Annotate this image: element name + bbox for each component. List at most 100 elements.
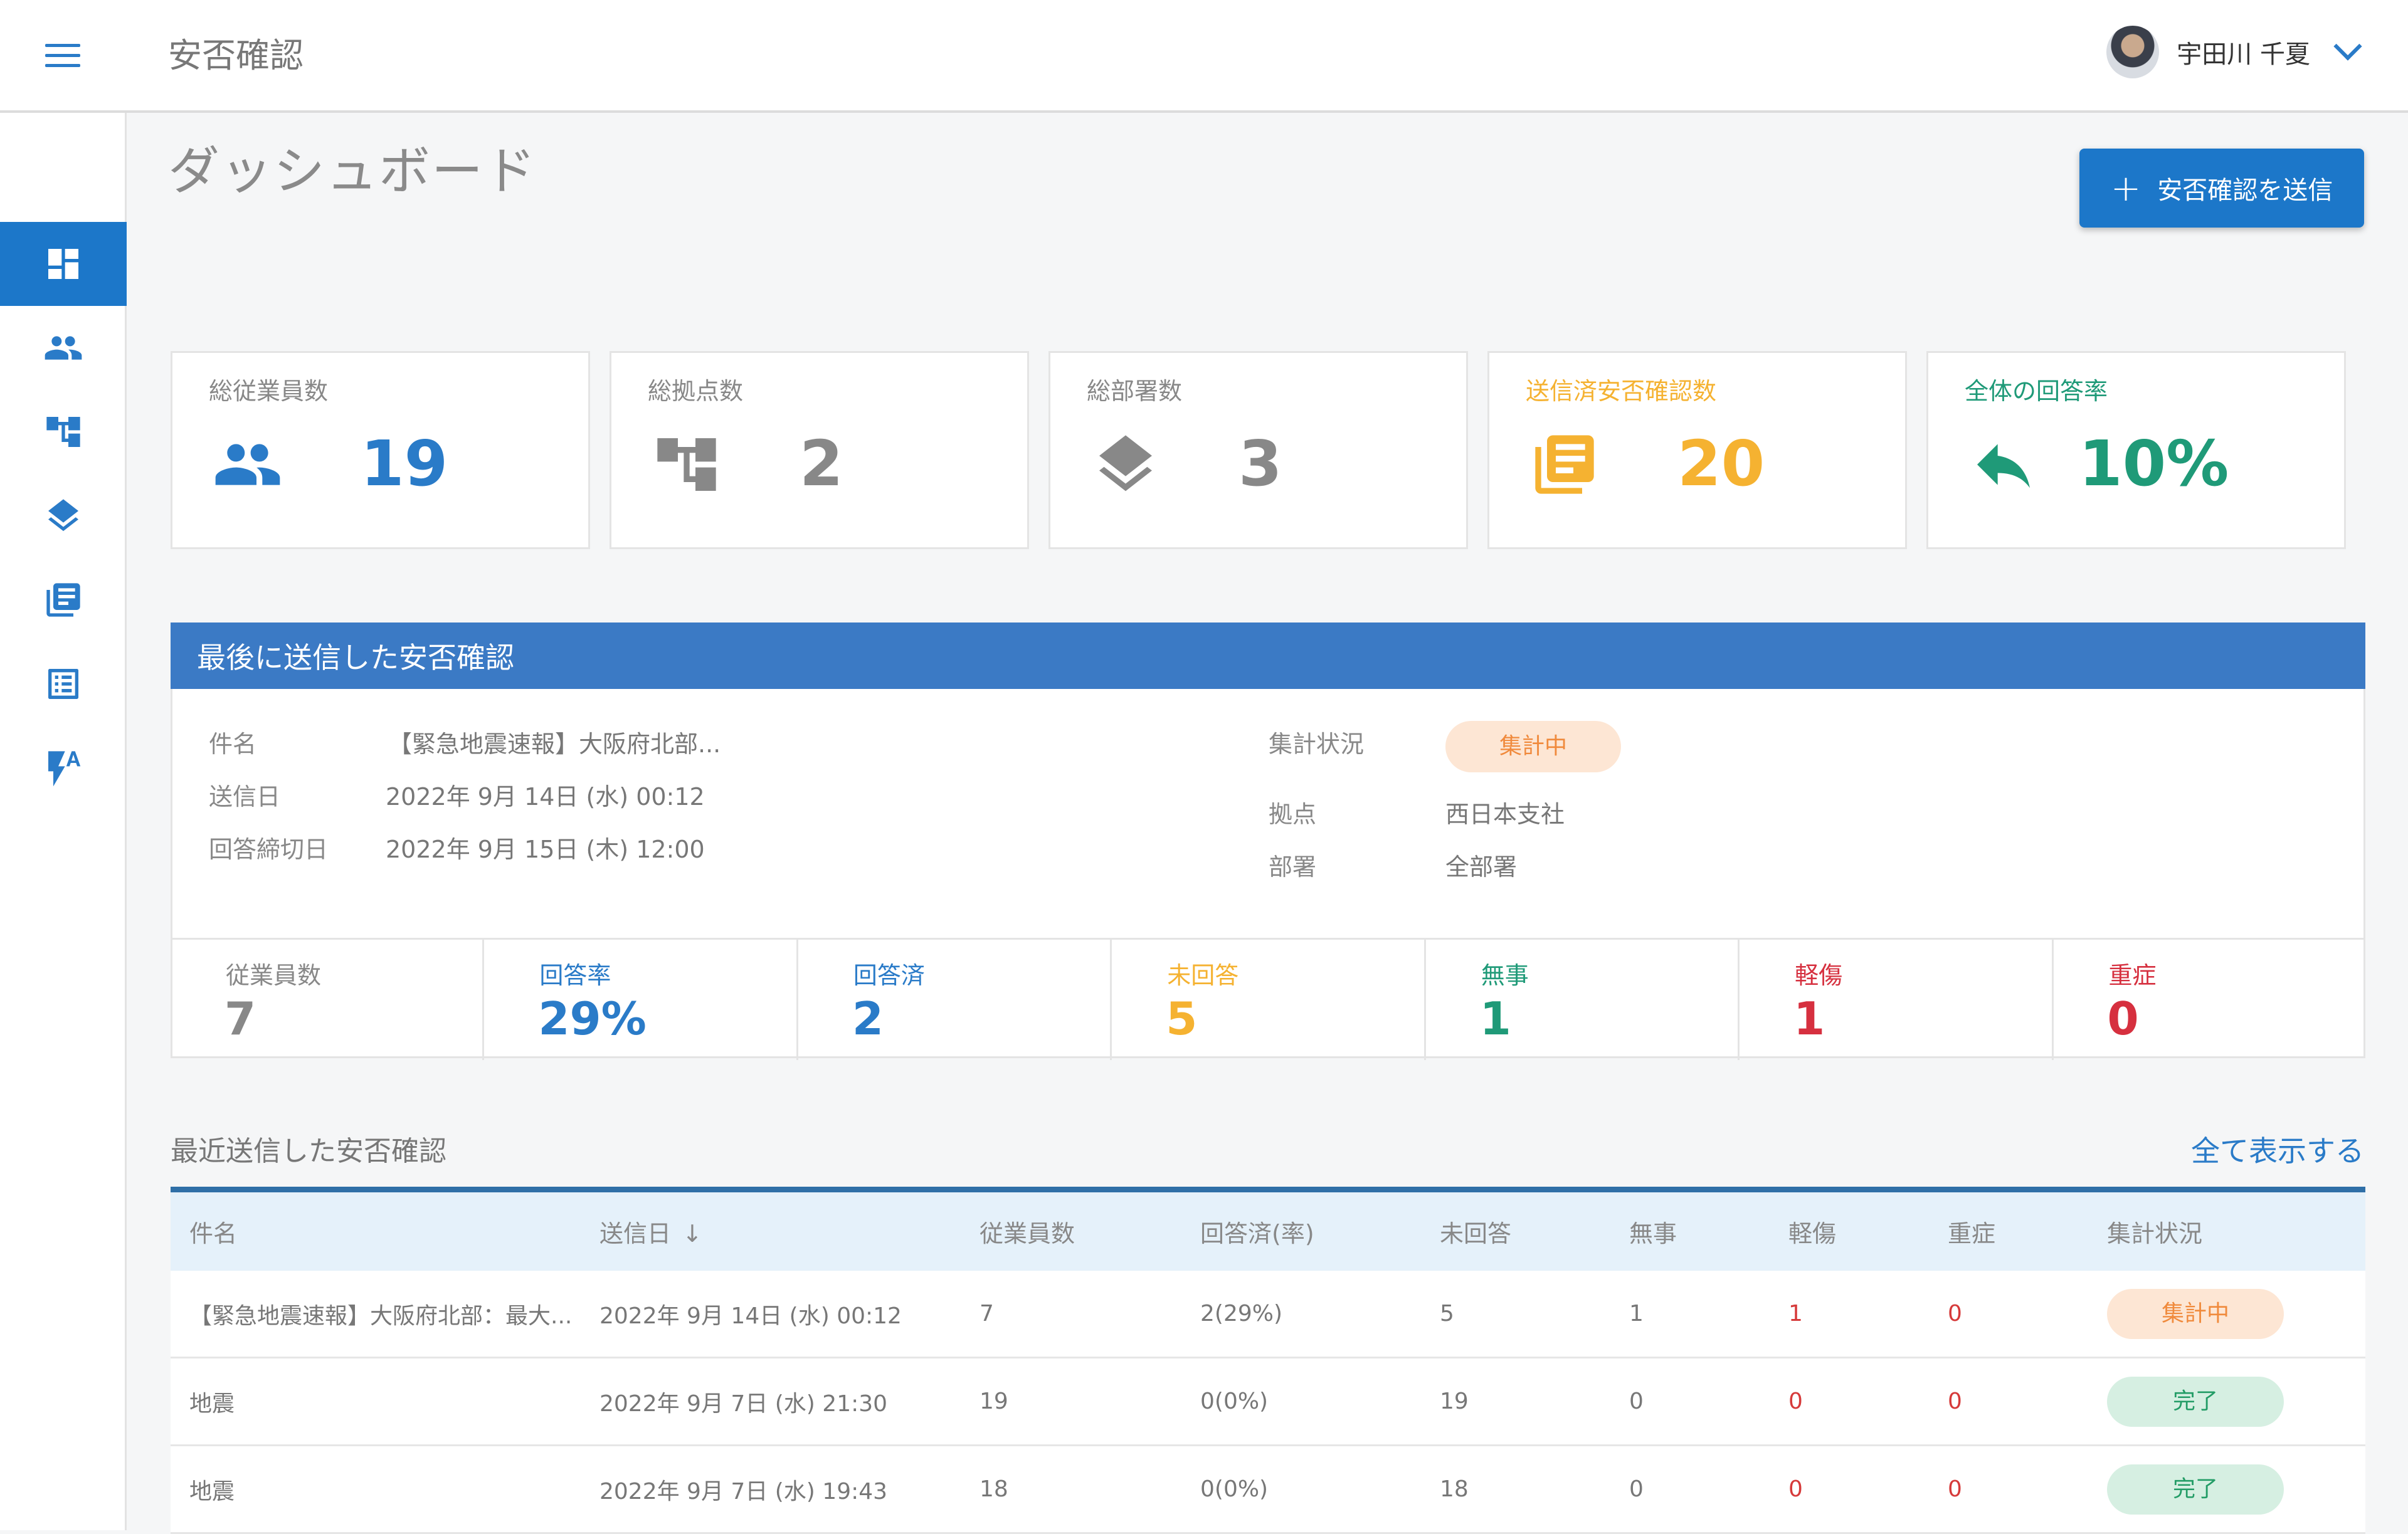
- status-badge: 集計中: [1445, 721, 1621, 772]
- field-value: 【緊急地震速報】大阪府北部...: [388, 730, 721, 758]
- column-header[interactable]: 軽傷: [1788, 1214, 1948, 1249]
- column-header[interactable]: 件名: [171, 1214, 599, 1249]
- plus-icon: +: [2110, 167, 2141, 209]
- field-label: 拠点: [1269, 801, 1317, 828]
- menu-icon[interactable]: [45, 44, 80, 69]
- metrics-row: 従業員数 7 回答率 29% 回答済 2 未回答 5 無事 1 軽傷 1 重症 …: [171, 938, 2365, 1060]
- hierarchy-icon: [649, 429, 724, 500]
- cell-unanswered: 18: [1440, 1476, 1469, 1502]
- metric-label: 未回答: [1167, 962, 1239, 989]
- stat-value: 10%: [2079, 427, 2229, 500]
- news-icon: [46, 583, 80, 617]
- status-badge: 集計中: [2107, 1288, 2284, 1339]
- table-row[interactable]: 地震 2022年 9月 7日 (水) 21:30 19 0(0%) 19 0 0…: [171, 1358, 2365, 1446]
- avatar: [2106, 26, 2160, 78]
- see-all-link[interactable]: 全て表示する: [2191, 1128, 2364, 1170]
- stat-value: 3: [1238, 427, 1282, 500]
- send-confirmation-button[interactable]: + 安否確認を送信: [2079, 149, 2364, 228]
- field-value: 全部署: [1445, 853, 1518, 881]
- cell-sent: 2022年 9月 7日 (水) 21:30: [599, 1390, 888, 1417]
- cell-minor: 0: [1788, 1389, 1803, 1414]
- latest-confirmation-panel: 最後に送信した安否確認 件名 【緊急地震速報】大阪府北部... 送信日 2022…: [171, 623, 2365, 1060]
- column-header[interactable]: 重症: [1948, 1214, 2107, 1249]
- cell-sent: 2022年 9月 14日 (水) 00:12: [599, 1303, 902, 1329]
- cell-unanswered: 5: [1440, 1301, 1454, 1326]
- field-value: 2022年 9月 15日 (木) 12:00: [386, 836, 705, 863]
- sidebar-item-list[interactable]: [0, 642, 127, 726]
- cell-minor: 0: [1788, 1476, 1803, 1502]
- stat-label: 総拠点数: [648, 377, 744, 405]
- user-menu[interactable]: 宇田川 千夏: [2106, 24, 2362, 80]
- column-header-sent[interactable]: 送信日 ↓: [599, 1214, 980, 1249]
- stat-card-response-rate: 全体の回答率 10%: [1926, 351, 2346, 549]
- sidebar-item-employees[interactable]: [0, 306, 127, 390]
- cell-safe: 0: [1629, 1389, 1644, 1414]
- sidebar-item-auto[interactable]: [0, 726, 127, 810]
- page-title: ダッシュボード: [168, 142, 537, 201]
- reply-icon: [1966, 429, 2041, 500]
- recent-section-title: 最近送信した安否確認: [171, 1135, 446, 1167]
- sidebar-item-dashboard[interactable]: [0, 222, 127, 306]
- table-row[interactable]: 【緊急地震速報】大阪府北部：最大... 2022年 9月 14日 (水) 00:…: [171, 1271, 2365, 1358]
- metric-label: 重症: [2108, 962, 2157, 989]
- field-value: 2022年 9月 14日 (水) 00:12: [386, 783, 705, 811]
- field-label: 回答締切日: [209, 836, 329, 863]
- metric-value: 1: [1479, 992, 1511, 1045]
- stat-card-bases: 総拠点数 2: [610, 351, 1029, 549]
- cell-minor: 1: [1788, 1301, 1803, 1326]
- layers-icon: [48, 499, 78, 532]
- column-header[interactable]: 回答済(率): [1200, 1214, 1440, 1249]
- chevron-down-icon[interactable]: [2333, 32, 2362, 61]
- metric-severe: 重症 0: [2054, 940, 2365, 1060]
- metric-unanswered: 未回答 5: [1112, 940, 1426, 1060]
- stat-value: 20: [1677, 427, 1765, 500]
- layers-icon: [1088, 429, 1163, 500]
- app-title: 安否確認: [168, 36, 304, 75]
- field-value: 西日本支社: [1445, 801, 1565, 828]
- metric-label: 軽傷: [1795, 962, 1843, 989]
- sidebar-item-departments[interactable]: [0, 474, 127, 558]
- people-icon: [210, 429, 285, 500]
- flash-auto-icon: [48, 751, 81, 787]
- cell-answered: 0(0%): [1200, 1476, 1269, 1502]
- hierarchy-icon: [46, 417, 80, 447]
- cell-subject: 【緊急地震速報】大阪府北部：最大...: [189, 1303, 573, 1329]
- metric-value: 0: [2107, 992, 2139, 1045]
- top-bar: 安否確認 宇田川 千夏: [0, 0, 2408, 113]
- column-header[interactable]: 従業員数: [980, 1214, 1200, 1249]
- status-badge: 完了: [2107, 1376, 2284, 1427]
- people-icon: [45, 336, 82, 360]
- column-header-label: 送信日: [599, 1220, 672, 1248]
- cell-severe: 0: [1948, 1389, 1962, 1414]
- cell-employees: 19: [980, 1389, 1008, 1414]
- sort-arrow-down-icon: ↓: [682, 1220, 702, 1248]
- column-header[interactable]: 未回答: [1440, 1214, 1629, 1249]
- table-header: 件名 送信日 ↓ 従業員数 回答済(率) 未回答 無事 軽傷 重症 集計状況: [171, 1187, 2365, 1271]
- field-label: 集計状況: [1269, 730, 1365, 758]
- panel-header: 最後に送信した安否確認: [171, 623, 2365, 689]
- stat-card-employees: 総従業員数 19: [171, 351, 590, 549]
- sidebar-item-bases[interactable]: [0, 390, 127, 474]
- stat-value: 2: [800, 427, 843, 500]
- column-header[interactable]: 集計状況: [2107, 1214, 2365, 1249]
- stat-card-sent: 送信済安否確認数 20: [1487, 351, 1907, 549]
- sidebar-item-confirmations[interactable]: [0, 558, 127, 642]
- cell-safe: 0: [1629, 1476, 1644, 1502]
- field-label: 送信日: [209, 783, 281, 811]
- table-row[interactable]: 地震 2022年 9月 7日 (水) 19:43 18 0(0%) 18 0 0…: [171, 1446, 2365, 1534]
- stat-label: 送信済安否確認数: [1526, 377, 1717, 405]
- stat-label: 全体の回答率: [1965, 377, 2108, 405]
- metric-safe: 無事 1: [1426, 940, 1740, 1060]
- stat-value: 19: [361, 427, 448, 500]
- user-name: 宇田川 千夏: [2177, 40, 2310, 69]
- column-header[interactable]: 無事: [1629, 1214, 1788, 1249]
- cell-safe: 1: [1629, 1301, 1644, 1326]
- field-label: 部署: [1269, 853, 1317, 881]
- cell-severe: 0: [1948, 1301, 1962, 1326]
- cell-sent: 2022年 9月 7日 (水) 19:43: [599, 1478, 888, 1505]
- status-badge: 完了: [2107, 1464, 2284, 1515]
- metric-employees: 従業員数 7: [171, 940, 485, 1060]
- metric-label: 回答率: [539, 962, 611, 989]
- recent-table: 件名 送信日 ↓ 従業員数 回答済(率) 未回答 無事 軽傷 重症 集計状況 【緊…: [171, 1187, 2365, 1534]
- cell-unanswered: 19: [1440, 1389, 1469, 1414]
